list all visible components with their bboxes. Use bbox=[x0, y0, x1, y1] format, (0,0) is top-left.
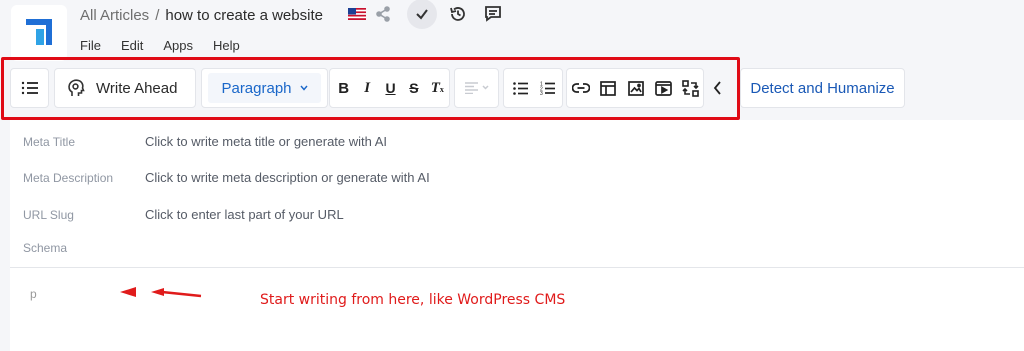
editor-panel: Meta Title Click to write meta title or … bbox=[10, 120, 1024, 351]
image-button[interactable] bbox=[622, 74, 650, 102]
comment-icon[interactable] bbox=[481, 2, 505, 26]
schema-label[interactable]: Schema bbox=[23, 241, 67, 255]
chevron-left-icon bbox=[713, 81, 721, 95]
detect-humanize-label: Detect and Humanize bbox=[750, 79, 895, 97]
menu-apps[interactable]: Apps bbox=[163, 38, 193, 53]
breadcrumb: All Articles / how to create a website bbox=[80, 5, 323, 25]
block-type-label: Paragraph bbox=[221, 79, 292, 97]
outline-toggle-button[interactable] bbox=[10, 68, 49, 108]
flag-us-icon[interactable] bbox=[345, 2, 369, 26]
list-icon bbox=[21, 81, 38, 95]
italic-button[interactable]: I bbox=[355, 74, 378, 102]
link-button[interactable] bbox=[567, 74, 595, 102]
clear-format-icon: Tx bbox=[430, 79, 444, 96]
meta-description-field[interactable]: Click to write meta description or gener… bbox=[145, 170, 430, 185]
check-icon[interactable] bbox=[407, 0, 437, 29]
breadcrumb-all-articles[interactable]: All Articles bbox=[80, 7, 149, 24]
bold-icon: B bbox=[338, 79, 350, 97]
embed-button[interactable] bbox=[677, 74, 703, 102]
logo-icon bbox=[26, 19, 52, 45]
chevron-down-icon bbox=[299, 85, 308, 91]
app-logo[interactable] bbox=[11, 5, 67, 61]
arrow-annotation bbox=[120, 287, 202, 298]
video-icon bbox=[655, 80, 672, 96]
block-type-select[interactable]: Paragraph bbox=[208, 73, 321, 103]
divider bbox=[10, 267, 1024, 268]
breadcrumb-separator: / bbox=[155, 6, 160, 24]
menu-bar: File Edit Apps Help bbox=[80, 38, 260, 53]
meta-description-label: Meta Description bbox=[23, 171, 114, 185]
italic-icon: I bbox=[364, 79, 371, 96]
meta-title-label: Meta Title bbox=[23, 135, 76, 149]
url-slug-field[interactable]: Click to enter last part of your URL bbox=[145, 207, 344, 222]
menu-edit[interactable]: Edit bbox=[121, 38, 143, 53]
svg-text:3: 3 bbox=[540, 91, 543, 95]
bold-button[interactable]: B bbox=[332, 74, 355, 102]
embed-icon bbox=[681, 79, 699, 97]
video-button[interactable] bbox=[650, 74, 678, 102]
bullet-list-icon bbox=[512, 81, 528, 95]
text-format-group: B I U S Tx bbox=[329, 68, 450, 108]
collapse-toolbar-button[interactable] bbox=[706, 74, 728, 102]
detect-humanize-button[interactable]: Detect and Humanize bbox=[740, 68, 905, 108]
clear-format-button[interactable]: Tx bbox=[426, 74, 449, 102]
bullet-list-button[interactable] bbox=[507, 74, 535, 102]
write-ahead-button[interactable]: Write Ahead bbox=[54, 68, 196, 108]
block-tag-indicator: p bbox=[30, 287, 37, 301]
article-title[interactable]: how to create a website bbox=[165, 7, 323, 24]
url-slug-label: URL Slug bbox=[23, 208, 74, 222]
annotation-text: Start writing from here, like WordPress … bbox=[260, 292, 566, 308]
table-icon bbox=[600, 80, 617, 96]
link-icon bbox=[571, 83, 590, 93]
menu-help[interactable]: Help bbox=[213, 38, 240, 53]
history-icon[interactable] bbox=[446, 2, 470, 26]
write-ahead-label: Write Ahead bbox=[96, 79, 178, 97]
align-left-icon bbox=[464, 82, 489, 94]
block-type-select-group: Paragraph bbox=[201, 68, 328, 108]
list-group: 1 2 3 bbox=[503, 68, 563, 108]
table-button[interactable] bbox=[595, 74, 623, 102]
share-icon[interactable] bbox=[371, 2, 395, 26]
menu-file[interactable]: File bbox=[80, 38, 101, 53]
underline-icon: U bbox=[385, 80, 396, 96]
align-dropdown[interactable] bbox=[454, 68, 499, 108]
meta-title-field[interactable]: Click to write meta title or generate wi… bbox=[145, 134, 387, 149]
strikethrough-icon: S bbox=[409, 80, 419, 96]
image-icon bbox=[628, 80, 644, 96]
numbered-list-button[interactable]: 1 2 3 bbox=[535, 74, 563, 102]
numbered-list-icon: 1 2 3 bbox=[540, 82, 556, 95]
ai-head-icon bbox=[68, 79, 85, 96]
underline-button[interactable]: U bbox=[379, 74, 402, 102]
strikethrough-button[interactable]: S bbox=[402, 74, 425, 102]
insert-group bbox=[566, 68, 704, 108]
